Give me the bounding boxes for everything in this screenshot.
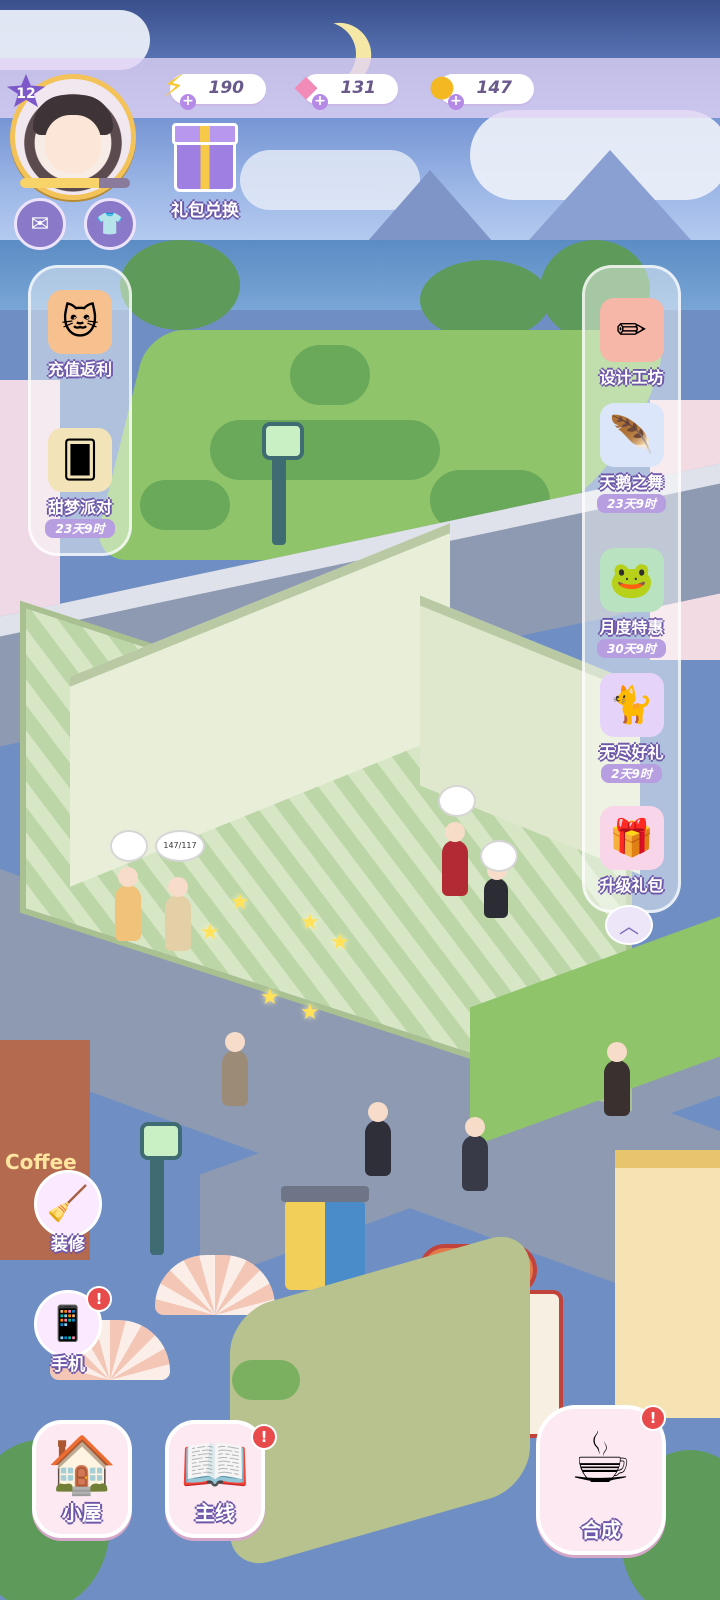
exp-bar — [20, 178, 130, 188]
mail-button[interactable]: ✉ — [14, 198, 66, 250]
tree — [420, 260, 550, 340]
cat-gift-icon: 🐈 — [599, 673, 664, 737]
left-event-panel: 🐱 充值返利 🂠 甜梦派对 23天9时 — [28, 265, 132, 556]
coins-counter[interactable]: ● + 147 — [429, 69, 534, 110]
gift-box-icon: 🎁 — [599, 806, 664, 870]
phone-label: 手机 — [51, 1355, 85, 1375]
plaza — [230, 1226, 530, 1574]
sparkle-star: ★ — [330, 930, 350, 955]
pedestrian-character[interactable] — [365, 1102, 391, 1176]
cottage-button[interactable]: 🏠 小屋 — [32, 1420, 132, 1538]
thought-bubble[interactable] — [438, 785, 476, 817]
add-gems-icon[interactable]: + — [312, 94, 328, 110]
event-swan-dance[interactable]: 🪶 天鹅之舞 23天9时 — [585, 403, 678, 513]
alert-badge: ! — [251, 1424, 277, 1450]
customer-character[interactable] — [165, 877, 191, 951]
event-level-up-pack[interactable]: 🎁 升级礼包 — [585, 806, 678, 896]
mail-icon: ✉ — [30, 211, 50, 237]
main-quest-label: 主线 — [195, 1501, 235, 1525]
mountain — [520, 150, 700, 250]
sparkle-star: ★ — [260, 985, 280, 1010]
pedestrian-character[interactable] — [604, 1042, 630, 1116]
decorate-label: 装修 — [51, 1235, 85, 1255]
event-timer: 30天9时 — [596, 639, 667, 658]
broom-icon: 🧹 — [34, 1170, 102, 1238]
add-energy-icon[interactable]: + — [180, 94, 196, 110]
hedge — [210, 420, 440, 480]
event-name: 天鹅之舞 — [599, 473, 664, 492]
alert-badge: ! — [640, 1405, 666, 1431]
gift-exchange-label: 礼包兑换 — [171, 201, 239, 221]
main-quest-button[interactable]: 📖 主线 ! — [165, 1420, 277, 1538]
event-sweet-dream-party[interactable]: 🂠 甜梦派对 23天9时 — [31, 428, 129, 538]
gems-counter[interactable]: ◆ + 131 — [294, 69, 398, 110]
shopkeeper-character[interactable] — [442, 822, 468, 896]
decorate-button[interactable]: 🧹 装修 — [26, 1170, 110, 1255]
event-monthly-deal[interactable]: 🐸 月度特惠 30天9时 — [585, 548, 678, 658]
gift-box-icon — [172, 123, 238, 192]
gift-exchange-button[interactable]: 礼包兑换 — [160, 123, 250, 230]
sparkle-star: ★ — [200, 920, 220, 945]
event-name: 充值返利 — [47, 360, 112, 379]
event-timer: 23天9时 — [596, 494, 667, 513]
event-recharge-rebate[interactable]: 🐱 充值返利 — [31, 290, 129, 380]
frog-icon: 🐸 — [599, 548, 664, 612]
cottage-label: 小屋 — [62, 1501, 102, 1525]
ruler-pencil-icon: ✏ — [599, 298, 664, 362]
sparkle-star: ★ — [300, 1000, 320, 1025]
event-name: 甜梦派对 — [47, 498, 112, 517]
feather-icon: 🪶 — [599, 403, 664, 467]
event-name: 无尽好礼 — [599, 743, 664, 762]
pedestrian-character[interactable] — [222, 1032, 248, 1106]
planter — [232, 1360, 300, 1400]
add-coins-icon[interactable]: + — [448, 94, 464, 110]
sparkle-star: ★ — [300, 910, 320, 935]
merge-label: 合成 — [581, 1518, 621, 1542]
event-timer: 23天9时 — [45, 519, 115, 538]
alert-badge: ! — [86, 1286, 112, 1312]
street-lamp — [262, 422, 304, 545]
shirt-icon: 👕 — [96, 211, 124, 237]
energy-value: 190 — [208, 78, 245, 98]
cards-icon: 🂠 — [48, 428, 112, 492]
pedestrian-character[interactable] — [462, 1117, 488, 1191]
wardrobe-button[interactable]: 👕 — [84, 198, 136, 250]
thought-bubble[interactable] — [110, 830, 148, 862]
tree — [120, 240, 240, 330]
sparkle-star: ★ — [230, 890, 250, 915]
hedge — [290, 345, 370, 405]
exp-bar-fill — [20, 178, 100, 188]
event-name: 设计工坊 — [599, 368, 664, 387]
counter-bubble: 147/117 — [155, 830, 205, 862]
event-timer: 2天9时 — [601, 764, 662, 783]
phone-button[interactable]: 📱 手机 ! — [26, 1286, 112, 1375]
right-event-panel: ✏ 设计工坊 🪶 天鹅之舞 23天9时 🐸 月度特惠 30天9时 🐈 无尽好礼 … — [582, 265, 681, 913]
coins-value: 147 — [476, 78, 513, 98]
mountain — [360, 170, 500, 250]
street-lamp — [140, 1122, 182, 1255]
event-name: 月度特惠 — [599, 618, 664, 637]
avatar-face — [45, 115, 101, 173]
yellow-shop[interactable] — [615, 1150, 720, 1418]
merge-button[interactable]: ☕ 合成 ! — [536, 1405, 666, 1555]
thought-bubble[interactable] — [480, 840, 518, 872]
customer-character[interactable] — [115, 867, 141, 941]
event-name: 升级礼包 — [599, 876, 664, 895]
gems-value: 131 — [340, 78, 377, 98]
black-cat[interactable] — [484, 860, 508, 918]
energy-counter[interactable]: ⚡ + 190 — [163, 69, 266, 110]
chevron-up-icon: ︿ — [619, 914, 639, 938]
hedge — [140, 480, 230, 530]
event-design-workshop[interactable]: ✏ 设计工坊 — [585, 298, 678, 388]
event-endless-gifts[interactable]: 🐈 无尽好礼 2天9时 — [585, 673, 678, 783]
collapse-panel-button[interactable]: ︿ — [605, 905, 653, 945]
witch-cat-icon: 🐱 — [48, 290, 112, 354]
